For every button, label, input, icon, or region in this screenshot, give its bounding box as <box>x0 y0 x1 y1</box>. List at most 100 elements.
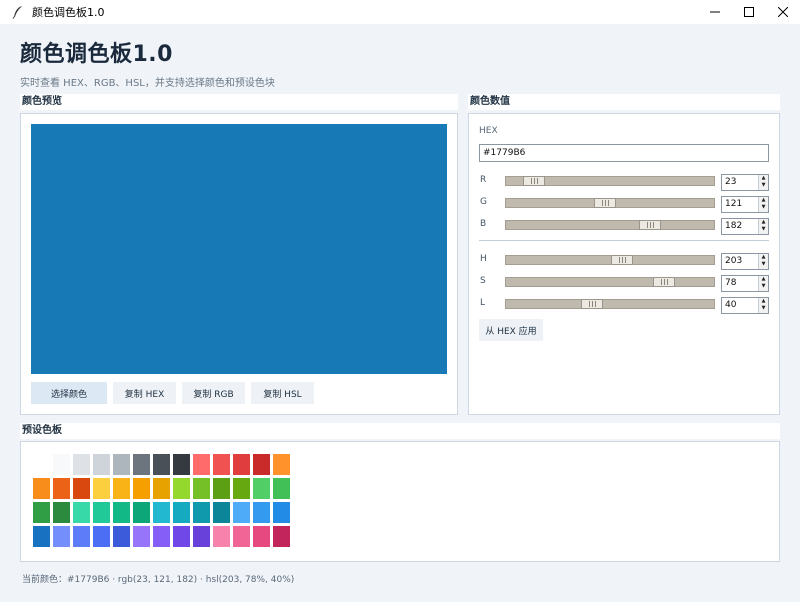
arrow-up-icon[interactable]: ▲ <box>759 175 768 182</box>
palette-swatch[interactable] <box>193 454 210 475</box>
spinbox-b[interactable]: 182 ▲ ▼ <box>721 218 769 235</box>
palette-swatch[interactable] <box>253 454 270 475</box>
slider-thumb-l[interactable] <box>581 299 603 309</box>
close-button[interactable] <box>766 0 800 24</box>
spinbox-g[interactable]: 121 ▲ ▼ <box>721 196 769 213</box>
spinbox-arrows[interactable]: ▲ ▼ <box>758 276 768 291</box>
arrow-down-icon[interactable]: ▼ <box>759 226 768 233</box>
palette-swatch[interactable] <box>73 502 90 523</box>
palette-swatch[interactable] <box>53 454 70 475</box>
palette-swatch[interactable] <box>133 526 150 547</box>
spinbox-h[interactable]: 203 ▲ ▼ <box>721 253 769 270</box>
arrow-down-icon[interactable]: ▼ <box>759 204 768 211</box>
close-icon <box>778 7 788 17</box>
slider-s[interactable] <box>505 277 715 287</box>
palette-swatch[interactable] <box>253 526 270 547</box>
copy-rgb-button[interactable]: 复制 RGB <box>182 382 245 404</box>
arrow-up-icon[interactable]: ▲ <box>759 254 768 261</box>
palette-swatch[interactable] <box>233 502 250 523</box>
arrow-up-icon[interactable]: ▲ <box>759 298 768 305</box>
slider-h[interactable] <box>505 255 715 265</box>
palette-swatch[interactable] <box>93 526 110 547</box>
palette-swatch[interactable] <box>93 502 110 523</box>
palette-swatch[interactable] <box>273 454 290 475</box>
palette-swatch[interactable] <box>193 478 210 499</box>
palette-swatch[interactable] <box>273 526 290 547</box>
slider-thumb-r[interactable] <box>523 176 545 186</box>
arrow-down-icon[interactable]: ▼ <box>759 261 768 268</box>
arrow-up-icon[interactable]: ▲ <box>759 276 768 283</box>
palette-swatch[interactable] <box>213 478 230 499</box>
arrow-down-icon[interactable]: ▼ <box>759 283 768 290</box>
slider-b[interactable] <box>505 220 715 230</box>
palette-swatch[interactable] <box>273 502 290 523</box>
arrow-down-icon[interactable]: ▼ <box>759 305 768 312</box>
palette-swatch[interactable] <box>53 478 70 499</box>
palette-swatch[interactable] <box>133 454 150 475</box>
slider-r[interactable] <box>505 176 715 186</box>
palette-swatch[interactable] <box>173 454 190 475</box>
palette-swatch[interactable] <box>213 502 230 523</box>
arrow-down-icon[interactable]: ▼ <box>759 182 768 189</box>
palette-swatch[interactable] <box>193 502 210 523</box>
palette-swatch[interactable] <box>153 502 170 523</box>
palette-swatch[interactable] <box>173 478 190 499</box>
slider-thumb-b[interactable] <box>639 220 661 230</box>
palette-swatch[interactable] <box>33 478 50 499</box>
palette-swatch[interactable] <box>73 478 90 499</box>
palette-swatch[interactable] <box>73 454 90 475</box>
slider-thumb-h[interactable] <box>611 255 633 265</box>
palette-swatch[interactable] <box>113 502 130 523</box>
spinbox-arrows[interactable]: ▲ ▼ <box>758 254 768 269</box>
palette-swatch[interactable] <box>73 526 90 547</box>
palette-swatch[interactable] <box>93 454 110 475</box>
choose-color-button[interactable]: 选择颜色 <box>31 382 107 404</box>
palette-swatch[interactable] <box>113 526 130 547</box>
maximize-button[interactable] <box>732 0 766 24</box>
palette-swatch[interactable] <box>113 478 130 499</box>
spinbox-value: 78 <box>725 278 737 288</box>
palette-swatch[interactable] <box>193 526 210 547</box>
palette-swatch[interactable] <box>33 502 50 523</box>
spinbox-arrows[interactable]: ▲ ▼ <box>758 197 768 212</box>
palette-swatch[interactable] <box>133 478 150 499</box>
palette-swatch[interactable] <box>153 478 170 499</box>
palette-swatch[interactable] <box>253 502 270 523</box>
palette-swatch[interactable] <box>113 454 130 475</box>
spinbox-arrows[interactable]: ▲ ▼ <box>758 175 768 190</box>
copy-hex-button[interactable]: 复制 HEX <box>113 382 176 404</box>
palette-swatch[interactable] <box>173 502 190 523</box>
palette-swatch[interactable] <box>233 526 250 547</box>
spinbox-l[interactable]: 40 ▲ ▼ <box>721 297 769 314</box>
palette-swatch[interactable] <box>253 478 270 499</box>
spinbox-arrows[interactable]: ▲ ▼ <box>758 219 768 234</box>
palette-swatch[interactable] <box>213 454 230 475</box>
apply-hex-button[interactable]: 从 HEX 应用 <box>479 319 543 341</box>
spinbox-s[interactable]: 78 ▲ ▼ <box>721 275 769 292</box>
arrow-up-icon[interactable]: ▲ <box>759 219 768 226</box>
slider-thumb-s[interactable] <box>653 277 675 287</box>
palette-swatch[interactable] <box>233 478 250 499</box>
slider-l[interactable] <box>505 299 715 309</box>
palette-swatch[interactable] <box>213 526 230 547</box>
palette-swatch[interactable] <box>53 526 70 547</box>
palette-swatch[interactable] <box>173 526 190 547</box>
slider-g[interactable] <box>505 198 715 208</box>
palette-swatch[interactable] <box>33 454 50 475</box>
palette-swatch[interactable] <box>153 454 170 475</box>
arrow-up-icon[interactable]: ▲ <box>759 197 768 204</box>
palette-swatch[interactable] <box>133 502 150 523</box>
copy-hsl-button[interactable]: 复制 HSL <box>251 382 314 404</box>
minimize-button[interactable] <box>698 0 732 24</box>
palette-swatch[interactable] <box>33 526 50 547</box>
palette-swatch[interactable] <box>273 478 290 499</box>
palette-swatch[interactable] <box>233 454 250 475</box>
spinbox-r[interactable]: 23 ▲ ▼ <box>721 174 769 191</box>
hex-input[interactable]: #1779B6 <box>479 144 769 162</box>
palette-swatch[interactable] <box>153 526 170 547</box>
palette-swatch[interactable] <box>93 478 110 499</box>
values-section-label: 颜色数值 <box>468 94 780 110</box>
spinbox-arrows[interactable]: ▲ ▼ <box>758 298 768 313</box>
palette-swatch[interactable] <box>53 502 70 523</box>
slider-thumb-g[interactable] <box>594 198 616 208</box>
